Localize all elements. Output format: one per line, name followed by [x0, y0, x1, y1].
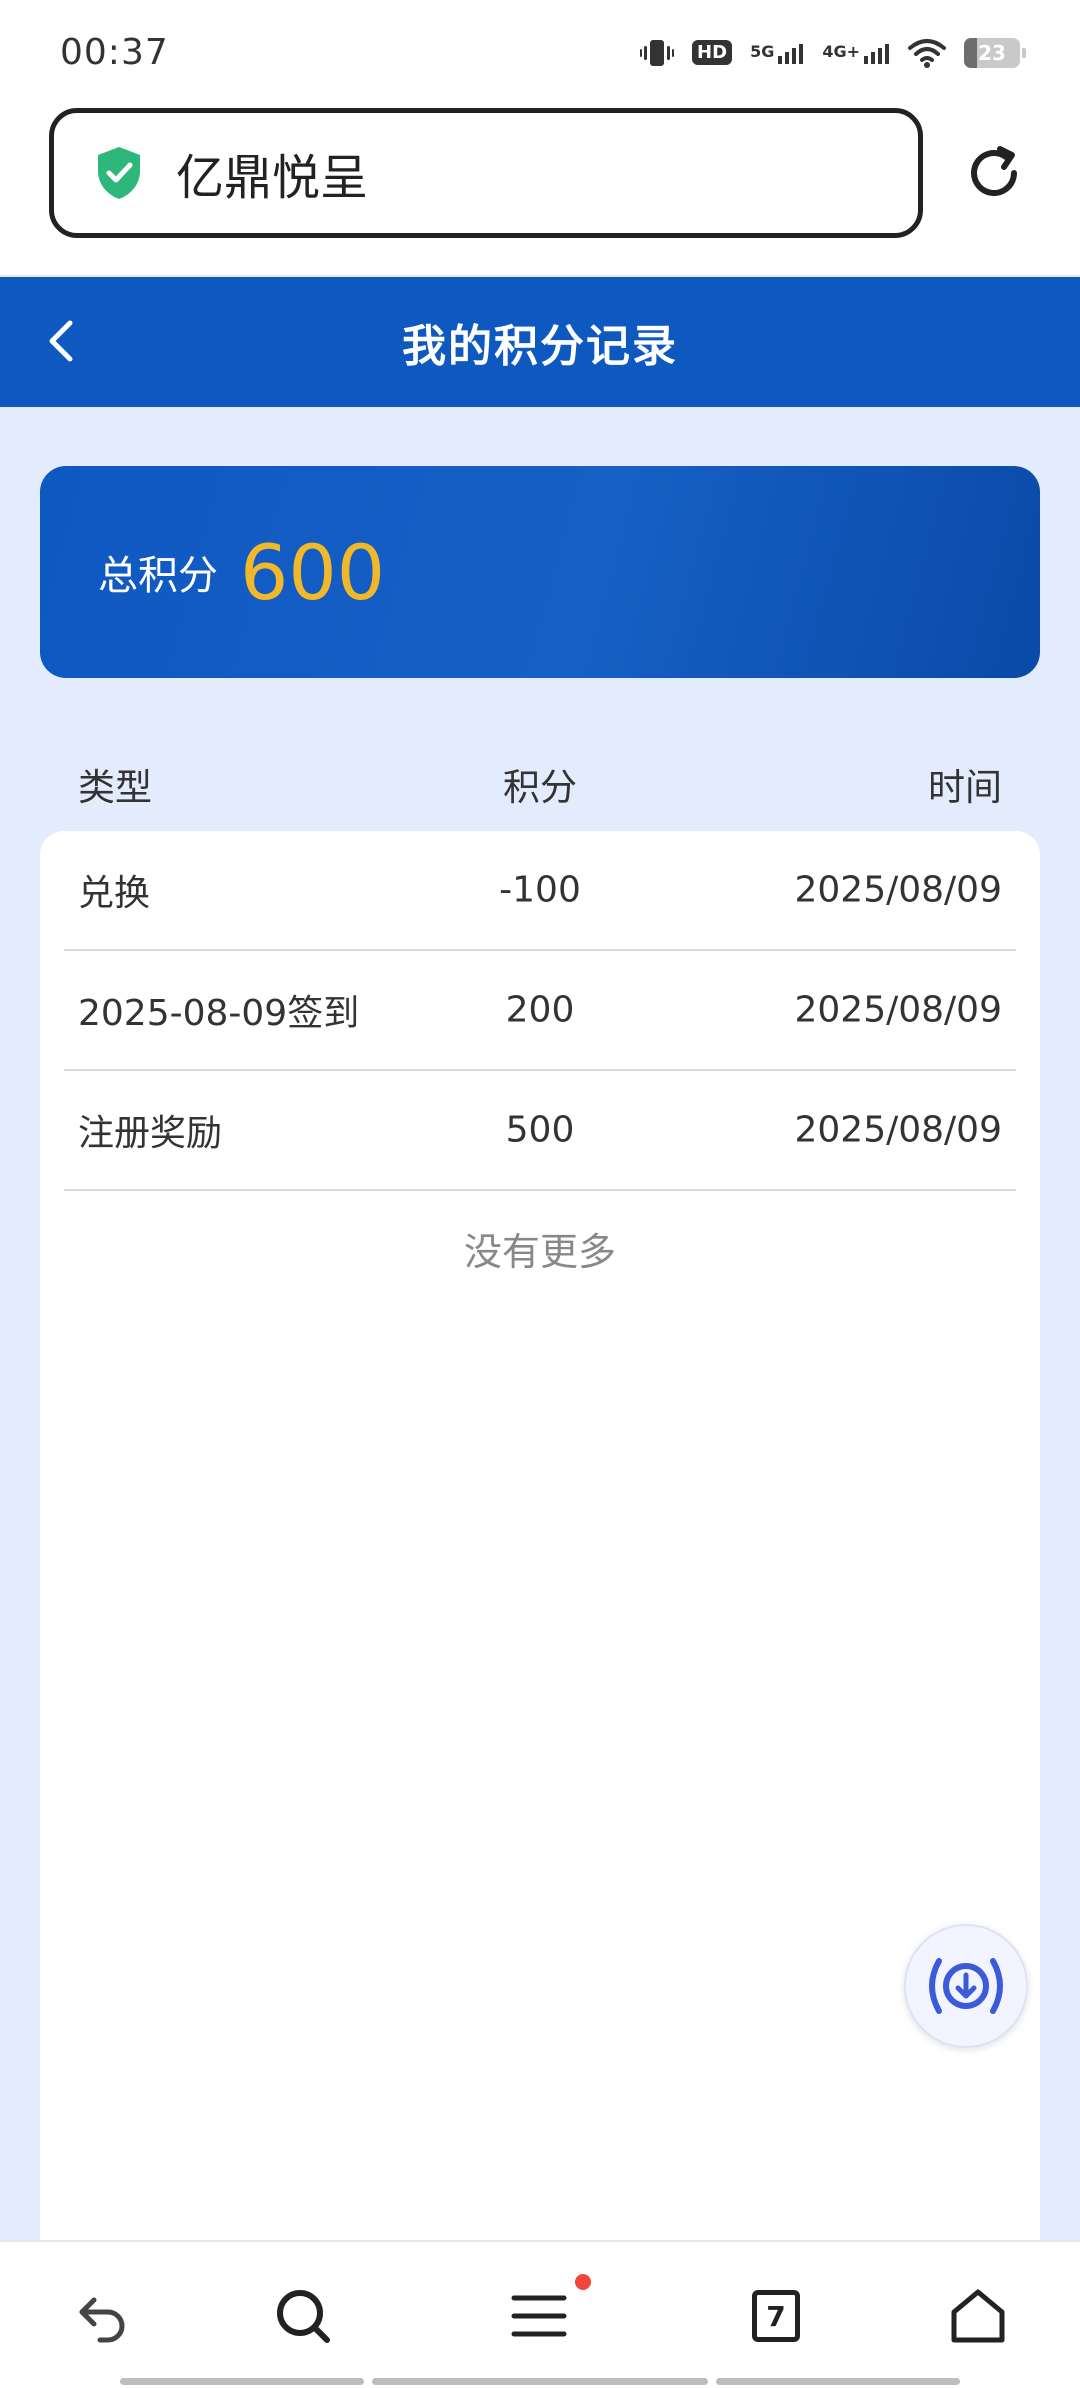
total-points-value: 600: [240, 527, 386, 617]
row-type: 兑换: [78, 873, 151, 914]
network-4g-label: 4G+: [822, 41, 860, 61]
address-bar[interactable]: 亿鼎悦呈: [49, 108, 923, 238]
table-row: 2025-08-09签到 200 2025/08/09: [64, 951, 1016, 1071]
gesture-segment: [120, 2378, 364, 2385]
row-points: 500: [505, 1109, 575, 1151]
battery-level: 23: [978, 40, 1006, 65]
tab-count: 7: [766, 2299, 786, 2333]
page-title: 我的积分记录: [402, 321, 678, 372]
back-arrow-icon[interactable]: [72, 2286, 132, 2346]
header-type: 类型: [78, 766, 152, 809]
floating-download-button[interactable]: [904, 1924, 1028, 2048]
table-row: 兑换 -100 2025/08/09: [64, 831, 1016, 951]
page: 00:37 HD 5G 4G+ 23 亿鼎悦呈 我的积分记录 总积分 600 类…: [0, 0, 1080, 2388]
no-more-text: 没有更多: [463, 1230, 616, 1274]
row-type: 注册奖励: [78, 1113, 223, 1154]
row-time: 2025/08/09: [794, 989, 1003, 1031]
network-5g: 5G: [750, 42, 804, 64]
row-time: 2025/08/09: [794, 1109, 1003, 1151]
row-time: 2025/08/09: [794, 869, 1003, 911]
row-type: 2025-08-09签到: [78, 993, 360, 1034]
gesture-bar: [0, 2378, 1080, 2386]
status-bar: 00:37 HD 5G 4G+ 23: [0, 0, 1080, 105]
app-header: 我的积分记录: [0, 277, 1080, 407]
back-chevron-icon[interactable]: [38, 313, 86, 369]
hd-voice-badge: HD: [692, 40, 733, 65]
address-text: 亿鼎悦呈: [176, 150, 369, 206]
shield-check-icon: [98, 147, 140, 199]
battery-indicator: 23: [964, 37, 1026, 68]
row-points: -100: [499, 869, 581, 911]
total-points-card: 总积分 600: [40, 466, 1040, 678]
network-5g-label: 5G: [750, 41, 775, 61]
header-time: 时间: [928, 766, 1002, 809]
status-time: 00:37: [60, 32, 169, 73]
hd-label: HD: [692, 40, 733, 65]
total-points-label: 总积分: [98, 553, 218, 599]
home-icon[interactable]: [948, 2286, 1008, 2346]
table-row: 注册奖励 500 2025/08/09: [64, 1071, 1016, 1191]
network-4g: 4G+: [822, 42, 890, 64]
menu-notification-dot: [575, 2274, 591, 2290]
download-broadcast-icon: [929, 1958, 1003, 2014]
table-header: 类型 积分 时间: [0, 757, 1080, 839]
records-list: 兑换 -100 2025/08/09 2025-08-09签到 200 2025…: [40, 831, 1040, 2331]
battery-fill: [964, 37, 977, 68]
header-points: 积分: [503, 766, 577, 809]
tabs-button[interactable]: 7: [752, 2290, 800, 2342]
wifi-icon: [908, 38, 946, 68]
vibrate-icon: [640, 39, 675, 66]
reload-icon[interactable]: [964, 143, 1024, 203]
bottom-navigation: 7: [0, 2240, 1080, 2388]
content-area: 总积分 600 类型 积分 时间 兑换 -100 2025/08/09 2025…: [0, 407, 1080, 2331]
signal-bars-icon: [778, 43, 804, 64]
search-icon[interactable]: [273, 2286, 333, 2346]
status-icons: HD 5G 4G+ 23: [640, 37, 1026, 68]
gesture-segment: [716, 2378, 960, 2385]
browser-toolbar: 亿鼎悦呈: [0, 105, 1080, 277]
row-points: 200: [505, 989, 575, 1031]
menu-icon[interactable]: [510, 2286, 570, 2346]
signal-bars-icon: [864, 43, 889, 64]
gesture-segment: [372, 2378, 708, 2385]
